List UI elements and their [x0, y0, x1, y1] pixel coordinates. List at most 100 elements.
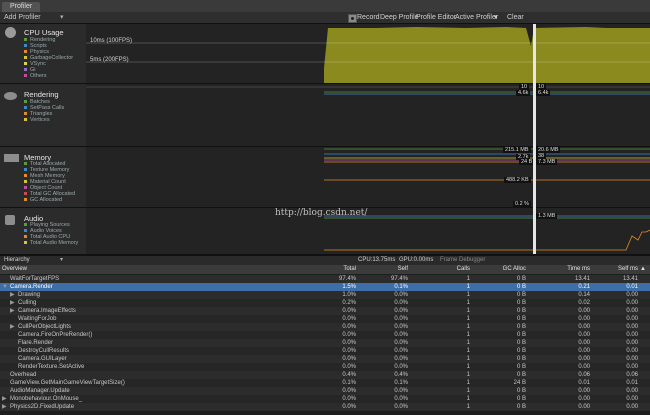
column-header-overview[interactable]: Overview: [2, 265, 27, 274]
column-header-self-ms[interactable]: Self ms: [602, 265, 638, 274]
cell-gc-alloc: 0 B: [516, 276, 526, 282]
table-row[interactable]: RenderTexture.SetActive 0.0% 0.0% 1 0 B 0.00 0…: [0, 363, 650, 371]
legend-item: Others: [30, 73, 47, 79]
expand-arrow-icon[interactable]: ▶: [2, 403, 7, 411]
cell-total: 0.0%: [342, 364, 356, 370]
cell-self: 0.0%: [394, 316, 408, 322]
memory-icon: [4, 154, 19, 162]
cell-gc-alloc: 0 B: [516, 348, 526, 354]
cell-time-ms: 13.41: [574, 276, 590, 282]
speaker-icon: [5, 215, 15, 225]
expand-arrow-icon[interactable]: ▶: [2, 395, 7, 403]
module-cpu-usage[interactable]: CPU Usage Rendering Scripts Physics Garb…: [0, 24, 86, 84]
cell-gc-alloc: 0 B: [516, 324, 526, 330]
profiler-tab[interactable]: Profiler: [2, 2, 41, 12]
cell-name: RenderTexture.SetActive: [18, 364, 85, 370]
cell-self-ms: 0.01: [626, 380, 638, 386]
window-title-bar: [0, 0, 650, 12]
cell-calls: 1: [466, 284, 470, 290]
rendering-icon: [4, 92, 17, 100]
chevron-down-icon[interactable]: ▾: [60, 255, 63, 265]
column-header-time-ms[interactable]: Time ms: [554, 265, 590, 274]
table-row[interactable]: ▶ Drawing 1.0% 0.0% 1 0 B 0.14 0.00: [0, 291, 650, 299]
table-row[interactable]: WaitForTargetFPS 97.4% 97.4% 1 0 B 13.41 13.41: [0, 275, 650, 283]
expand-arrow-icon[interactable]: ▶: [10, 307, 15, 315]
table-row[interactable]: ▶ Camera.ImageEffects 0.0% 0.0% 1 0 B 0.00 0.00: [0, 307, 650, 315]
cell-self: 0.1%: [394, 380, 408, 386]
table-row[interactable]: ▶ Culling 0.2% 0.0% 1 0 B 0.02 0.00: [0, 299, 650, 307]
cell-self-ms: 0.00: [626, 388, 638, 394]
table-row[interactable]: ▶ Physics2D.FixedUpdate 0.0% 0.0% 1 0 B 0.00 0.…: [0, 403, 650, 411]
cell-name: Drawing: [18, 292, 41, 298]
cell-name: Camera.ImageEffects: [18, 308, 76, 314]
memory-value-tag: 215.1 MB: [503, 147, 531, 153]
module-rendering[interactable]: Rendering Batches SetPass Calls Triangle…: [0, 84, 86, 147]
cell-self-ms: 0.00: [626, 300, 638, 306]
table-row[interactable]: Camera.FireOnPreRender() 0.0% 0.0% 1 0 B 0.00…: [0, 331, 650, 339]
cell-total: 0.0%: [342, 396, 356, 402]
cpu-graph[interactable]: 10ms (100FPS) 5ms (200FPS): [86, 24, 650, 84]
column-header-gc-alloc[interactable]: GC Alloc: [490, 265, 526, 274]
cell-self-ms: 0.00: [626, 356, 638, 362]
cell-time-ms: 0.00: [578, 340, 590, 346]
rendering-value-tag: 4.6k: [516, 90, 531, 96]
table-row[interactable]: ▼ Camera.Render 1.5% 0.1% 1 0 B 0.21 0.01: [0, 283, 650, 291]
cell-time-ms: 0.00: [578, 356, 590, 362]
audio-graph[interactable]: 1.3 MB: [86, 208, 650, 255]
cell-self-ms: 0.00: [626, 364, 638, 370]
expand-arrow-icon[interactable]: ▶: [10, 299, 15, 307]
memory-graph[interactable]: 215.1 MB 20.6 MB 2.7k 38 24 B 7.3 MB 488…: [86, 147, 650, 208]
expand-arrow-icon[interactable]: ▶: [10, 291, 15, 299]
cell-time-ms: 0.21: [578, 284, 590, 290]
cell-time-ms: 0.14: [578, 292, 590, 298]
table-row[interactable]: Camera.GUILayer 0.0% 0.0% 1 0 B 0.00 0.00: [0, 355, 650, 363]
active-profiler-dropdown[interactable]: Active Profiler: [455, 13, 498, 22]
cell-calls: 1: [466, 380, 470, 386]
sort-descending-icon[interactable]: ▲: [640, 265, 646, 274]
expand-arrow-icon[interactable]: ▼: [2, 283, 8, 291]
audio-percent-tag: 0.2 %: [513, 201, 532, 207]
cell-time-ms: 0.00: [578, 396, 590, 402]
column-header-self[interactable]: Self: [372, 265, 408, 274]
cell-gc-alloc: 0 B: [516, 340, 526, 346]
cell-self-ms: 0.00: [626, 340, 638, 346]
hierarchy-view-dropdown[interactable]: Hierarchy: [4, 255, 30, 265]
cell-total: 0.0%: [342, 332, 356, 338]
rendering-graph[interactable]: 10 10 4.6k 6.4k: [86, 84, 650, 147]
cell-calls: 1: [466, 316, 470, 322]
cell-total: 0.4%: [342, 372, 356, 378]
record-button[interactable]: Record: [357, 13, 380, 22]
table-row[interactable]: GameView.GetMainGameViewTargetSize() 0.1%…: [0, 379, 650, 387]
cell-name: DestroyCullResults: [18, 348, 70, 354]
table-row[interactable]: WaitingForJob 0.0% 0.0% 1 0 B 0.00 0.00: [0, 315, 650, 323]
cell-self: 0.0%: [394, 364, 408, 370]
module-title: Rendering: [24, 90, 59, 99]
frame-selection-line[interactable]: [533, 24, 536, 254]
cell-calls: 1: [466, 308, 470, 314]
module-audio[interactable]: Audio Playing Sources Audio Voices Total…: [0, 208, 86, 255]
chevron-down-icon[interactable]: ▾: [60, 13, 64, 22]
column-header-total[interactable]: Total: [320, 265, 356, 274]
column-header-calls[interactable]: Calls: [434, 265, 470, 274]
module-memory[interactable]: Memory Total Allocated Texture Memory Me…: [0, 147, 86, 208]
audio-series-line: [324, 229, 650, 251]
record-icon: [351, 17, 354, 20]
frame-debugger-button[interactable]: Frame Debugger: [440, 255, 485, 265]
profile-editor-button[interactable]: Profile Editor: [416, 13, 456, 22]
table-row[interactable]: Overhead 0.4% 0.4% 1 0 B 0.06 0.06: [0, 371, 650, 379]
memory-value-tag: 7.3 MB: [536, 159, 558, 165]
table-row[interactable]: Flare.Render 0.0% 0.0% 1 0 B 0.00 0.00: [0, 339, 650, 347]
table-row[interactable]: DestroyCullResults 0.0% 0.0% 1 0 B 0.00 0.00: [0, 347, 650, 355]
table-row[interactable]: ▶ Monobehaviour.OnMouse_ 0.0% 0.0% 1 0 B 0.00 0…: [0, 395, 650, 403]
clear-button[interactable]: Clear: [507, 13, 524, 22]
watermark: http://blog.csdn.net/: [275, 208, 368, 218]
cpu-legend: Rendering Scripts Physics GarbageCollect…: [24, 37, 73, 79]
table-row[interactable]: ▶ CullPerObjectLights 0.0% 0.0% 1 0 B 0.00 0.00: [0, 323, 650, 331]
module-title: CPU Usage: [24, 28, 64, 37]
expand-arrow-icon[interactable]: ▶: [10, 323, 15, 331]
deep-profile-button[interactable]: Deep Profile: [380, 13, 419, 22]
rendering-legend: Batches SetPass Calls Triangles Vertices: [24, 99, 64, 123]
table-row[interactable]: AudioManager.Update 0.0% 0.0% 1 0 B 0.00 0.00: [0, 387, 650, 395]
cell-name: Flare.Render: [18, 340, 54, 346]
add-profiler-dropdown[interactable]: Add Profiler: [4, 13, 41, 22]
